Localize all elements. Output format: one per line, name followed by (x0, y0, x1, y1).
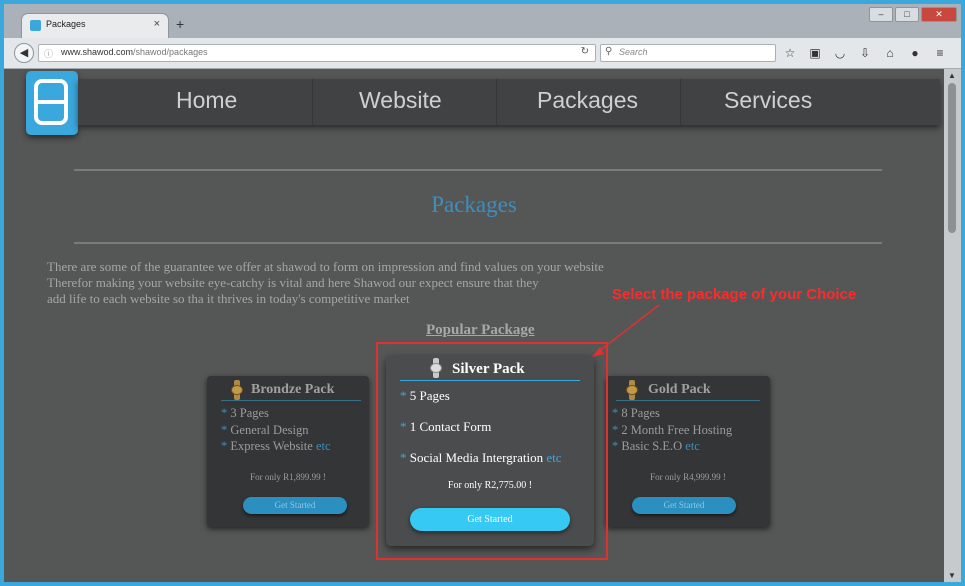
url-path: /shawod/packages (133, 47, 208, 57)
close-window-button[interactable]: ✕ (921, 7, 957, 22)
maximize-button[interactable]: □ (895, 7, 919, 22)
scroll-down-icon[interactable]: ▼ (948, 571, 956, 580)
callout-arrow (592, 304, 660, 357)
tab-strip: Packages × + – □ ✕ (4, 4, 961, 38)
home-icon[interactable]: ⌂ (882, 45, 898, 61)
scroll-thumb[interactable] (948, 83, 956, 233)
tab-packages[interactable]: Packages × (22, 14, 168, 38)
reload-icon[interactable]: ↻ (581, 46, 589, 57)
minimize-button[interactable]: – (869, 7, 893, 22)
menu-icon[interactable]: ≡ (932, 45, 948, 61)
browser-window: Packages × + – □ ✕ ◀ ⓘ www.shawod.com/sh… (4, 4, 961, 582)
site-info-icon[interactable]: ⓘ (44, 47, 53, 60)
search-box[interactable]: ⚲ Search (600, 44, 776, 62)
address-bar[interactable]: ⓘ www.shawod.com/shawod/packages ↻ (38, 44, 596, 62)
search-placeholder: Search (619, 47, 648, 57)
url-text: www.shawod.com/shawod/packages (61, 47, 208, 57)
vertical-scrollbar[interactable]: ▲ ▼ (944, 69, 961, 582)
new-tab-button[interactable]: + (176, 16, 184, 32)
url-domain: www.shawod.com (61, 47, 134, 57)
scroll-up-icon[interactable]: ▲ (948, 71, 956, 80)
pocket-icon[interactable]: ◡ (832, 45, 848, 61)
downloads-icon[interactable]: ⇩ (857, 45, 873, 61)
tab-close-icon[interactable]: × (154, 18, 160, 30)
chat-icon[interactable]: ● (907, 45, 923, 61)
page-viewport: Home Website Packages Services Packages … (4, 69, 944, 582)
window-controls: – □ ✕ (869, 7, 957, 22)
bookmark-star-icon[interactable]: ☆ (782, 45, 798, 61)
toolbar-icons: ☆ ▣ ◡ ⇩ ⌂ ● ≡ (782, 45, 948, 61)
navigation-toolbar: ◀ ⓘ www.shawod.com/shawod/packages ↻ ⚲ S… (4, 38, 961, 69)
favicon-icon (30, 20, 41, 31)
back-button[interactable]: ◀ (14, 43, 34, 63)
tab-title: Packages (46, 19, 86, 29)
search-icon: ⚲ (605, 46, 613, 57)
reading-list-icon[interactable]: ▣ (807, 45, 823, 61)
